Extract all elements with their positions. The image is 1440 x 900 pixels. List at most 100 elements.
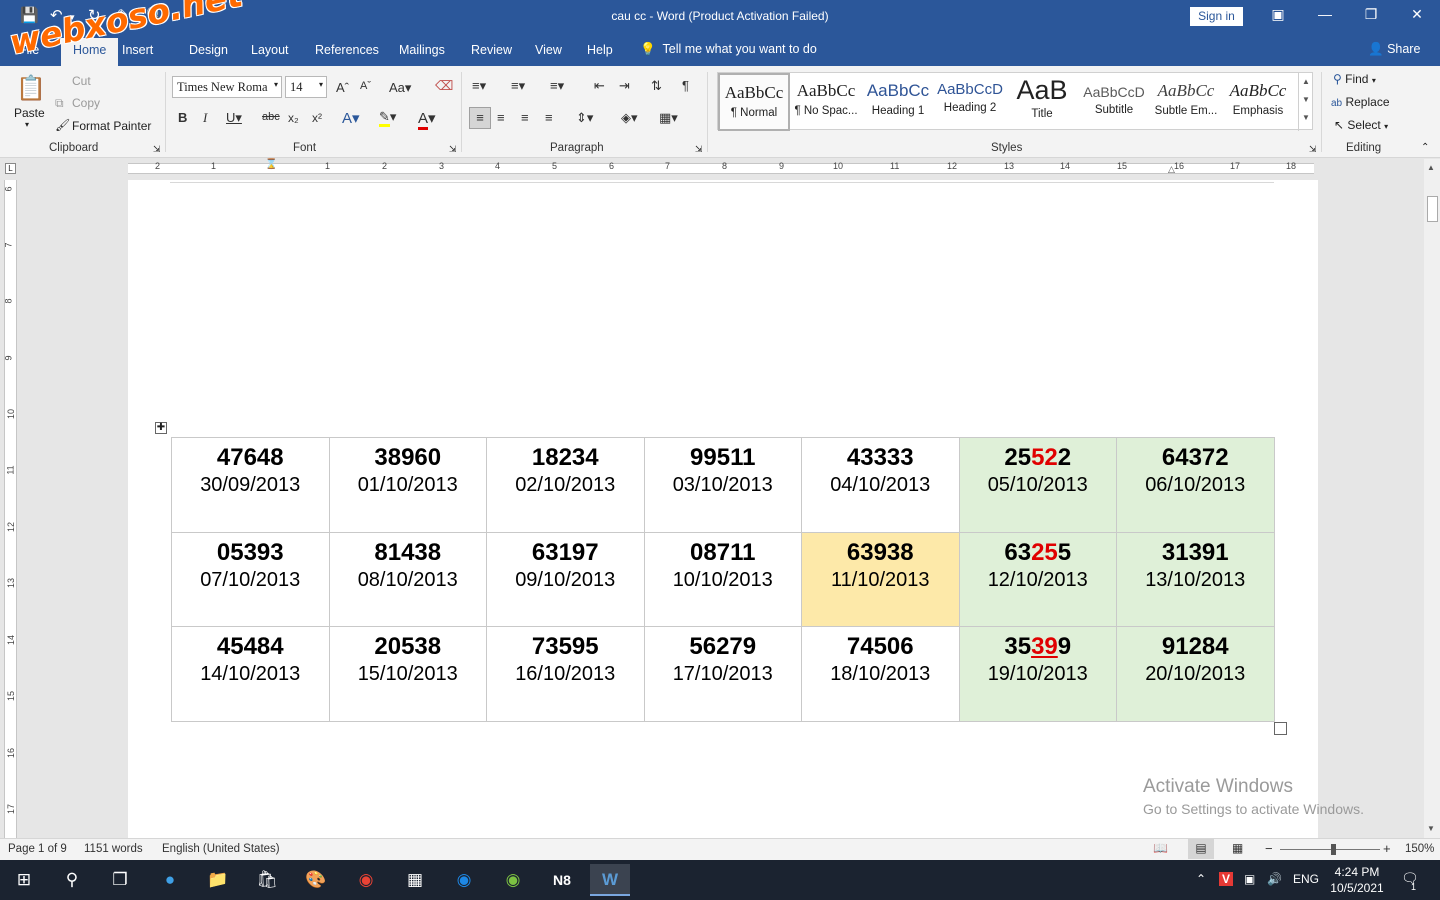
style-emphasis[interactable]: AaBbCc Emphasis <box>1222 73 1294 131</box>
search-icon[interactable]: ⚲ <box>52 864 92 896</box>
table-cell[interactable]: 47648 30/09/2013 <box>171 437 330 533</box>
chevron-down-icon[interactable]: ▼ <box>1299 91 1313 109</box>
align-right-icon[interactable]: ≡ <box>521 110 529 125</box>
style-no-spacing[interactable]: AaBbCc ¶ No Spac... <box>790 73 862 131</box>
share-button[interactable]: 👤 Share <box>1368 42 1420 57</box>
green-app-icon[interactable]: ◉ <box>493 864 533 896</box>
table-cell[interactable]: 64372 06/10/2013 <box>1116 437 1275 533</box>
task-view-icon[interactable]: ❐ <box>100 864 140 896</box>
table-cell[interactable]: 18234 02/10/2013 <box>486 437 645 533</box>
calculator-icon[interactable]: ▦ <box>395 864 435 896</box>
styles-scroll[interactable]: ▲ ▼ ▼ <box>1298 73 1313 131</box>
tab-insert[interactable]: Insert <box>122 43 153 57</box>
underline-icon[interactable]: U▾ <box>226 110 242 126</box>
sort-icon[interactable]: ⇅ <box>651 78 662 94</box>
maximize-button[interactable]: ❐ <box>1361 6 1381 23</box>
table-cell[interactable]: 43333 04/10/2013 <box>801 437 960 533</box>
antivirus-icon[interactable]: V <box>1219 872 1234 886</box>
clock[interactable]: 4:24 PM 10/5/2021 <box>1322 864 1392 896</box>
style-heading-1[interactable]: AaBbCc Heading 1 <box>862 73 934 131</box>
style-title[interactable]: AaB Title <box>1006 73 1078 131</box>
horizontal-ruler[interactable]: L 2 1 1 2 3 4 5 6 7 8 9 10 11 12 13 14 15 16 17 18 ⌛ △ <box>0 159 1440 179</box>
scroll-down-icon[interactable]: ▼ <box>1427 824 1435 833</box>
zoom-slider-thumb[interactable] <box>1331 844 1336 855</box>
replace-button[interactable]: ab Replace <box>1331 95 1390 109</box>
styles-launcher-icon[interactable]: ⇲ <box>1309 144 1317 155</box>
change-case-icon[interactable]: Aa▾ <box>389 80 411 96</box>
table-cell[interactable]: 63938 11/10/2013 <box>801 531 960 627</box>
font-size-input[interactable]: 14 ▾ <box>285 76 327 98</box>
paragraph-launcher-icon[interactable]: ⇲ <box>695 144 703 155</box>
tab-help[interactable]: Help <box>587 43 613 57</box>
chevron-up-icon[interactable]: ▲ <box>1299 73 1313 91</box>
tab-mailings[interactable]: Mailings <box>399 43 445 57</box>
copy-button[interactable]: Copy <box>72 96 100 110</box>
document-page[interactable]: ✚ 47648 30/09/2013 38960 01/10/2013 18234 02/… <box>128 180 1318 838</box>
borders-icon[interactable]: ▦▾ <box>659 110 678 126</box>
paint-icon[interactable]: 🎨 <box>296 864 336 896</box>
style-subtle-emphasis[interactable]: AaBbCc Subtle Em... <box>1150 73 1222 131</box>
show-hide-paragraph-icon[interactable]: ¶ <box>682 78 689 93</box>
align-left-icon[interactable]: ≡ <box>469 107 491 129</box>
tab-design[interactable]: Design <box>189 43 228 57</box>
grow-font-icon[interactable]: Aˆ <box>336 80 349 95</box>
tab-references[interactable]: References <box>315 43 379 57</box>
find-button[interactable]: ⚲ Find ▾ <box>1333 72 1376 86</box>
sign-in-button[interactable]: Sign in <box>1190 7 1243 26</box>
paste-icon[interactable]: 📋 <box>16 74 46 103</box>
read-mode-icon[interactable]: 📖 <box>1153 841 1168 855</box>
tell-me-search[interactable]: 💡 Tell me what you want to do <box>640 42 817 57</box>
table-cell[interactable]: 31391 13/10/2013 <box>1116 531 1275 627</box>
zoom-in-icon[interactable]: + <box>1383 841 1391 856</box>
justify-icon[interactable]: ≡ <box>545 110 553 125</box>
minimize-button[interactable]: — <box>1315 6 1335 22</box>
style-normal[interactable]: AaBbCc ¶ Normal <box>718 73 790 131</box>
paste-button[interactable]: Paste <box>14 106 45 120</box>
line-spacing-icon[interactable]: ⇕▾ <box>576 110 593 126</box>
table-cell[interactable]: 25522 05/10/2013 <box>958 437 1117 533</box>
paste-dropdown-icon[interactable]: ▾ <box>25 120 29 129</box>
table-cell[interactable]: 91284 20/10/2013 <box>1116 626 1275 722</box>
table-cell[interactable]: 73595 16/10/2013 <box>486 626 645 722</box>
right-indent-marker-icon[interactable]: △ <box>1168 164 1175 175</box>
highlight-color-icon[interactable]: ✎▾ <box>379 109 396 127</box>
edge-browser-icon[interactable]: ● <box>150 864 190 896</box>
tab-layout[interactable]: Layout <box>251 43 289 57</box>
font-launcher-icon[interactable]: ⇲ <box>449 144 457 155</box>
font-name-input[interactable]: Times New Roma ▾ <box>172 76 282 98</box>
scroll-thumb[interactable] <box>1427 196 1438 222</box>
font-color-icon[interactable]: A▾ <box>418 109 436 130</box>
shading-icon[interactable]: ◈▾ <box>621 110 638 126</box>
style-heading-2[interactable]: AaBbCcD Heading 2 <box>934 73 1006 131</box>
table-cell[interactable]: 74506 18/10/2013 <box>801 626 960 722</box>
vertical-scrollbar[interactable]: ▲ ▼ <box>1424 159 1440 838</box>
document-area[interactable]: ✚ 47648 30/09/2013 38960 01/10/2013 18234 02/… <box>18 180 1424 838</box>
show-hidden-icons[interactable]: ⌃ <box>1196 872 1206 886</box>
tab-review[interactable]: Review <box>471 43 512 57</box>
table-cell[interactable]: 08711 10/10/2013 <box>643 531 802 627</box>
table-cell[interactable]: 35399 19/10/2013 <box>958 626 1117 722</box>
file-explorer-icon[interactable]: 📁 <box>198 864 238 896</box>
text-effects-icon[interactable]: A▾ <box>342 109 360 127</box>
input-language[interactable]: ENG <box>1293 872 1319 886</box>
select-button[interactable]: ↖ Select ▾ <box>1334 118 1388 132</box>
subscript-icon[interactable]: x₂ <box>288 111 299 125</box>
language-status[interactable]: English (United States) <box>162 843 280 855</box>
results-table[interactable]: 47648 30/09/2013 38960 01/10/2013 18234 02/10… <box>171 437 1275 722</box>
bullets-icon[interactable]: ≡▾ <box>472 78 486 94</box>
scroll-up-icon[interactable]: ▲ <box>1427 163 1435 172</box>
shrink-font-icon[interactable]: Aˇ <box>360 80 371 92</box>
superscript-icon[interactable]: x² <box>312 111 322 125</box>
table-cell[interactable]: 63197 09/10/2013 <box>486 531 645 627</box>
italic-icon[interactable]: I <box>203 110 207 126</box>
table-cell[interactable]: 56279 17/10/2013 <box>643 626 802 722</box>
more-styles-icon[interactable]: ▼ <box>1299 109 1313 127</box>
volume-icon[interactable]: 🔊 <box>1267 872 1282 886</box>
increase-indent-icon[interactable]: ⇥ <box>619 78 630 94</box>
numbering-icon[interactable]: ≡▾ <box>511 78 525 94</box>
table-cell[interactable]: 45484 14/10/2013 <box>171 626 330 722</box>
table-cell[interactable]: 20538 15/10/2013 <box>328 626 487 722</box>
strikethrough-icon[interactable]: abc <box>262 111 280 123</box>
table-cell[interactable]: 38960 01/10/2013 <box>328 437 487 533</box>
clipboard-launcher-icon[interactable]: ⇲ <box>153 144 161 155</box>
